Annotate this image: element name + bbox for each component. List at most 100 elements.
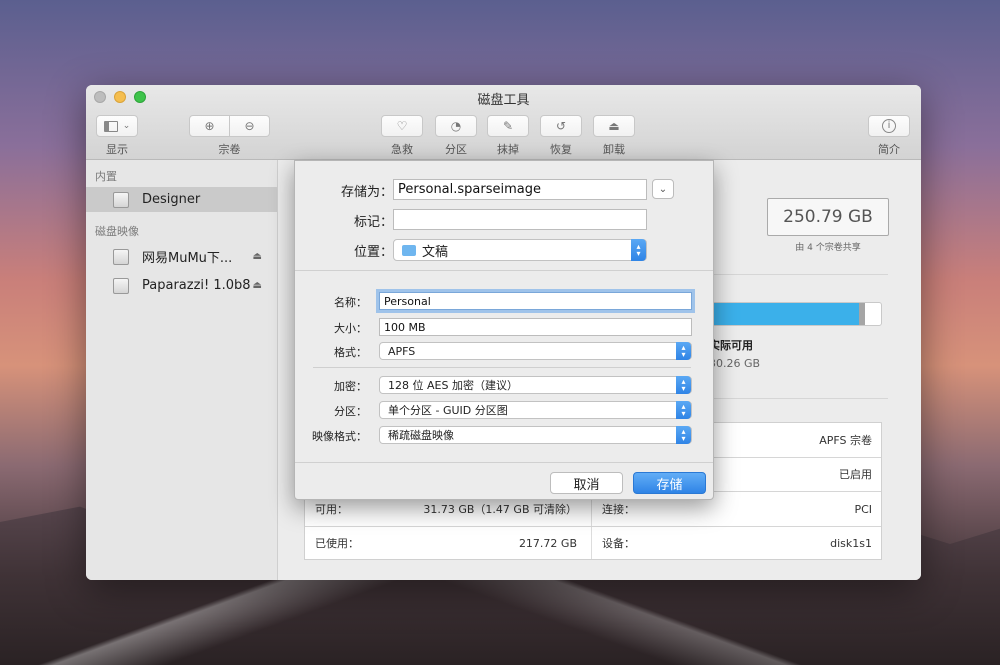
disk-image-icon [113,277,129,294]
partition-value: 单个分区 - GUID 分区图 [388,404,508,417]
add-volume-icon: ⊕ [204,119,215,133]
sidebar-item-designer[interactable]: Designer [86,187,277,212]
partition-pie-icon: ◔ [450,119,462,133]
sidebar-section-images: 磁盘映像 [95,225,139,238]
disk-image-icon [113,248,129,265]
toolbar-label-unmount: 卸载 [603,143,625,156]
popup-stepper-icon: ▴ ▾ [676,376,691,394]
partition-button[interactable]: ◔ [435,115,477,137]
format-label: 格式： [334,346,367,359]
sidebar-item-label: 网易MuMu下... [142,251,233,266]
usage-bar [699,302,882,326]
unmount-icon: ⏏ [608,119,620,133]
sidebar-item-mumu[interactable]: 网易MuMu下... ⏏ [86,244,277,269]
toolbar-show: ⌄ 显示 [96,115,138,157]
info-button[interactable]: i [868,115,910,137]
info-value: disk1s1 [830,536,872,550]
name-field[interactable]: Personal [379,292,692,310]
delete-volume-button[interactable]: ⊖ [230,115,270,137]
sidebar-item-paparazzi[interactable]: Paparazzi! 1.0b8 ⏏ [86,273,277,298]
expand-button[interactable]: ⌄ [652,179,674,199]
titlebar: 磁盘工具 ⌄ 显示 ⊕ ⊖ 宗卷 ♡ 急救 ◔ 分区 ✎ 抹掉 ↺ 恢复 ⏏ 卸… [86,85,921,160]
cancel-button[interactable]: 取消 [550,472,623,494]
legend-value: 30.26 GB [709,357,761,370]
location-label: 位置： [353,245,393,260]
popup-stepper-icon: ▴ ▾ [676,401,691,419]
capacity-box: 250.79 GB [767,198,889,236]
name-label: 名称： [334,296,367,309]
tags-field[interactable] [393,209,647,230]
partition-popup[interactable]: 单个分区 - GUID 分区图 ▴ ▾ [379,401,692,419]
image-format-label: 映像格式： [312,430,367,443]
restore-icon: ↺ [555,119,567,133]
location-value: 文稿 [422,244,449,260]
capacity-note: 由 4 个宗卷共享 [795,243,861,253]
toolbar-label-restore: 恢复 [550,143,572,156]
erase-button[interactable]: ✎ [487,115,529,137]
save-button[interactable]: 存储 [633,472,706,494]
info-row: 设备： disk1s1 [602,527,880,559]
folder-icon [402,244,416,256]
encryption-popup[interactable]: 128 位 AES 加密（建议） ▴ ▾ [379,376,692,394]
tags-label: 标记： [353,215,393,230]
popup-stepper-icon: ▴ ▾ [676,426,691,444]
size-label: 大小： [334,322,367,335]
sidebar-section-internal: 内置 [95,170,117,183]
image-format-value: 稀疏磁盘映像 [388,429,454,442]
toolbar-firstaid: ♡ 急救 [381,115,423,157]
info-key: 设备： [602,537,635,550]
info-value: PCI [854,502,872,516]
eject-icon[interactable]: ⏏ [253,251,262,262]
location-popup[interactable]: 文稿 ▴ ▾ [393,239,647,261]
show-sidebar-button[interactable]: ⌄ [96,115,138,137]
dialog-separator [313,367,691,368]
info-row: 已使用： 217.72 GB [315,527,585,559]
info-value: 31.73 GB（1.47 GB 可清除） [423,503,577,516]
toolbar-label-info: 简介 [878,143,900,156]
partition-label: 分区： [334,405,367,418]
window-title: 磁盘工具 [477,93,530,108]
format-popup[interactable]: APFS ▴ ▾ [379,342,692,360]
toolbar-label-partition: 分区 [445,143,467,156]
legend-label: 实际可用 [709,339,753,352]
usage-bar-other [859,303,865,325]
stethoscope-icon: ♡ [396,119,408,133]
info-key: 已使用： [315,537,359,550]
add-volume-button[interactable]: ⊕ [189,115,230,137]
save-as-label: 存储为： [340,185,393,200]
sidebar-item-label: Designer [142,192,201,207]
image-format-popup[interactable]: 稀疏磁盘映像 ▴ ▾ [379,426,692,444]
encryption-value: 128 位 AES 加密（建议） [388,379,518,392]
restore-button[interactable]: ↺ [540,115,582,137]
toolbar-label-show: 显示 [106,143,128,156]
toolbar-label-firstaid: 急救 [391,143,413,156]
toolbar-volume: ⊕ ⊖ 宗卷 [189,115,270,157]
popup-stepper-icon: ▴ ▾ [676,342,691,360]
internal-disk-icon [113,191,129,208]
delete-volume-icon: ⊖ [244,119,255,133]
toolbar-unmount: ⏏ 卸载 [593,115,635,157]
encryption-label: 加密： [334,380,367,393]
sidebar: 内置 Designer 磁盘映像 网易MuMu下... ⏏ Paparazzi!… [86,160,278,580]
toolbar-label-erase: 抹掉 [497,143,519,156]
chevron-down-icon: ⌄ [658,183,668,195]
usage-bar-used [700,303,860,325]
toolbar-label-volume: 宗卷 [218,143,241,156]
erase-icon: ✎ [502,119,514,133]
first-aid-button[interactable]: ♡ [381,115,423,137]
info-value: APFS 宗卷 [819,434,872,447]
eject-icon[interactable]: ⏏ [253,280,262,291]
dialog-separator [295,462,713,463]
info-key: 可用： [315,503,348,516]
info-value: 217.72 GB [518,536,577,550]
sidebar-item-label: Paparazzi! 1.0b8 [142,278,251,293]
size-field[interactable]: 100 MB [379,318,692,336]
sidebar-icon [103,120,118,132]
info-value: 已启用 [839,468,872,481]
info-icon: i [882,119,896,133]
save-as-field[interactable]: Personal.sparseimage [393,179,647,200]
unmount-button[interactable]: ⏏ [593,115,635,137]
toolbar-partition: ◔ 分区 [435,115,477,157]
info-key: 连接： [602,503,635,516]
toolbar-erase: ✎ 抹掉 [487,115,529,157]
